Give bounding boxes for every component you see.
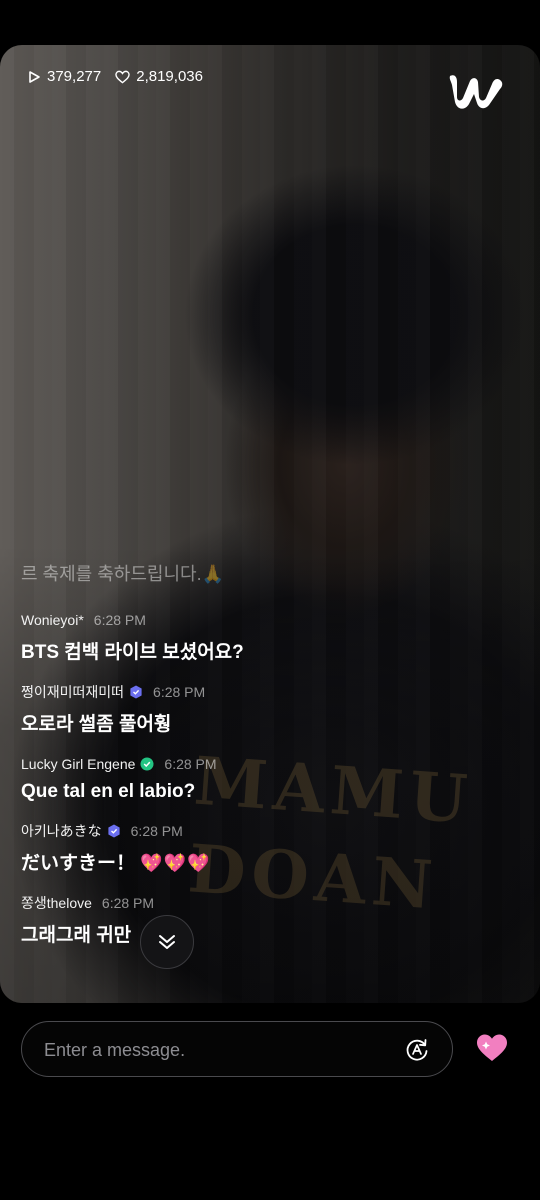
translate-icon[interactable]: [404, 1037, 430, 1063]
double-chevron-down-icon: [159, 935, 175, 949]
chat-message: Lucky Girl Engene 6:28 PM Que tal en el …: [21, 754, 461, 803]
view-count-value: 379,277: [47, 68, 102, 85]
chat-text: Que tal en el labio?: [21, 781, 196, 802]
live-stats: 379,277 2,819,036: [27, 68, 217, 85]
chat-text-body: だいすきー！: [21, 853, 136, 874]
heart-outline-icon: [115, 70, 131, 84]
chat-message: Wonieyoi* 6:28 PM BTS 컴백 라이브 보셨어요?: [21, 610, 461, 664]
purple-shield-badge-icon: [108, 824, 120, 838]
chat-username[interactable]: Wonieyoi*: [21, 612, 84, 628]
purple-shield-badge-icon: [130, 685, 142, 699]
like-count: 2,819,036: [115, 68, 203, 85]
chat-time: 6:28 PM: [164, 756, 217, 772]
like-count-value: 2,819,036: [136, 68, 203, 85]
chat-username[interactable]: Lucky Girl Engene: [21, 756, 135, 772]
message-composer: [21, 1021, 453, 1078]
chat-list[interactable]: 르 축제를 축하드립니다.🙏 Wonieyoi* 6:28 PM BTS 컴백 …: [21, 560, 461, 965]
sparkle-heart-button[interactable]: [475, 1032, 509, 1064]
weverse-w-logo: [449, 75, 503, 109]
chat-text: 오로라 썰좀 풀어훵: [21, 714, 172, 735]
view-count: 379,277: [27, 68, 101, 85]
chat-time: 6:28 PM: [130, 823, 183, 839]
chat-username[interactable]: 아키나あきな: [21, 821, 102, 841]
faded-chat-line: 르 축제를 축하드립니다.🙏: [21, 564, 225, 584]
green-shield-badge-icon: [140, 757, 154, 771]
chat-username[interactable]: 쩡이재미떠재미떠: [21, 682, 124, 702]
chat-time: 6:28 PM: [93, 612, 146, 628]
chat-time: 6:28 PM: [101, 895, 155, 911]
live-video[interactable]: MAMUDOAN 379,277 2,819,036 르 축제를 축하드립니다.…: [0, 45, 540, 1003]
chat-text: 그래그래 귀만: [21, 925, 132, 946]
sparkling-heart-emoji: 💖💖💖: [140, 853, 211, 873]
chat-message: 쫑생thelove 6:28 PM 그래그래 귀만: [21, 893, 461, 947]
chat-message: 아키나あきな 6:28 PM だいすきー！ 💖💖💖: [21, 821, 461, 875]
play-icon: [29, 70, 40, 83]
scroll-to-latest-button[interactable]: [140, 915, 194, 969]
message-input[interactable]: [42, 1022, 406, 1078]
chat-text: BTS 컴백 라이브 보셨어요?: [21, 642, 244, 663]
chat-message: 쩡이재미떠재미떠 6:28 PM 오로라 썰좀 풀어훵: [21, 682, 461, 736]
chat-username[interactable]: 쫑생thelove: [21, 893, 92, 913]
chat-text: だいすきー！ 💖💖💖: [21, 848, 461, 875]
chat-time: 6:28 PM: [153, 684, 206, 700]
